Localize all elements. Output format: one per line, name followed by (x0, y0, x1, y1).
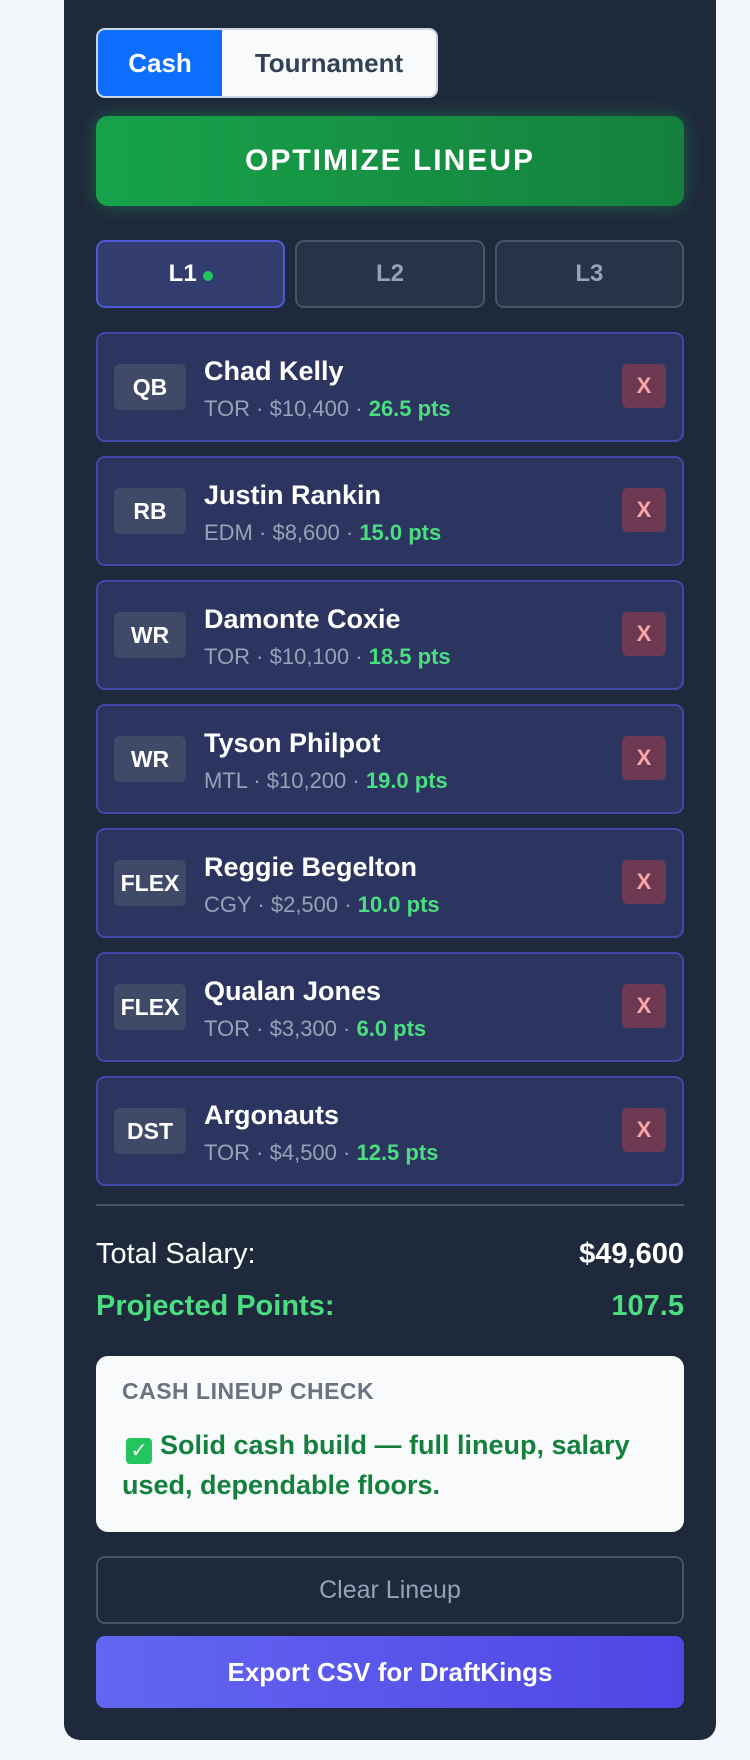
position-badge: RB (114, 488, 186, 534)
player-row: RB Justin Rankin EDM · $8,600 · 15.0 pts… (96, 456, 684, 566)
player-name: Justin Rankin (204, 480, 382, 510)
remove-player-button[interactable]: X (622, 860, 666, 904)
player-name: Argonauts (204, 1100, 339, 1130)
player-name: Qualan Jones (204, 976, 382, 1006)
position-badge: FLEX (114, 984, 186, 1030)
player-meta: EDM · $8,600 · 15.0 pts (204, 520, 442, 545)
mode-toggle: Cash Tournament (96, 28, 438, 98)
player-name: Reggie Begelton (204, 852, 418, 882)
player-row: QB Chad Kelly TOR · $10,400 · 26.5 pts X (96, 332, 684, 442)
remove-player-button[interactable]: X (622, 736, 666, 780)
tab-label: L2 (375, 260, 404, 287)
tab-label: L3 (575, 260, 604, 287)
player-team: EDM (204, 520, 253, 545)
tournament-mode-button[interactable]: Tournament (222, 30, 436, 96)
player-meta: TOR · $10,400 · 26.5 pts (204, 396, 451, 421)
clear-lineup-button[interactable]: Clear Lineup (96, 1556, 684, 1624)
player-name: Tyson Philpot (204, 728, 381, 758)
position-badge: WR (114, 736, 186, 782)
remove-player-button[interactable]: X (622, 488, 666, 532)
player-points: 19.0 pts (365, 768, 448, 793)
player-team: CGY (204, 892, 252, 917)
player-team: TOR (204, 1140, 251, 1165)
export-csv-button[interactable]: Export CSV for DraftKings (96, 1636, 684, 1708)
player-points: 10.0 pts (357, 892, 440, 917)
player-row: WR Tyson Philpot MTL · $10,200 · 19.0 pt… (96, 704, 684, 814)
projected-points-row: Projected Points: 107.5 (96, 1290, 684, 1323)
position-badge: DST (114, 1108, 186, 1154)
position-badge: WR (114, 612, 186, 658)
lineup-check-message: ✓ Solid cash build — full lineup, salary … (122, 1425, 658, 1505)
tab-label: L1 (168, 260, 197, 287)
cash-mode-button[interactable]: Cash (98, 30, 222, 96)
player-salary: $10,100 (269, 644, 350, 669)
player-meta: TOR · $4,500 · 12.5 pts (204, 1140, 439, 1165)
tab-lineup-2[interactable]: L2 (295, 240, 485, 308)
lineup-tabs: L1 L2 L3 (96, 240, 684, 308)
player-points: 6.0 pts (356, 1016, 427, 1041)
total-salary-label: Total Salary: (96, 1238, 256, 1270)
player-name: Damonte Coxie (204, 604, 401, 634)
player-salary: $8,600 (272, 520, 340, 545)
player-list: QB Chad Kelly TOR · $10,400 · 26.5 pts X… (96, 332, 684, 1200)
player-salary: $3,300 (269, 1016, 337, 1041)
player-team: TOR (204, 644, 251, 669)
player-salary: $10,200 (266, 768, 347, 793)
player-points: 18.5 pts (368, 644, 451, 669)
lineup-check-box: CASH LINEUP CHECK ✓ Solid cash build — fu… (96, 1356, 684, 1532)
player-row: FLEX Qualan Jones TOR · $3,300 · 6.0 pts… (96, 952, 684, 1062)
remove-player-button[interactable]: X (622, 364, 666, 408)
active-indicator-dot (202, 271, 213, 281)
player-row: WR Damonte Coxie TOR · $10,100 · 18.5 pt… (96, 580, 684, 690)
player-row: FLEX Reggie Begelton CGY · $2,500 · 10.0… (96, 828, 684, 938)
remove-player-button[interactable]: X (622, 1108, 666, 1152)
summary-divider (96, 1204, 684, 1206)
total-salary-row: Total Salary: $49,600 (96, 1238, 684, 1271)
remove-player-button[interactable]: X (622, 984, 666, 1028)
player-salary: $2,500 (270, 892, 339, 917)
total-salary-value: $49,600 (579, 1238, 684, 1270)
player-row: DST Argonauts TOR · $4,500 · 12.5 pts X (96, 1076, 684, 1186)
lineup-check-title: CASH LINEUP CHECK (122, 1378, 375, 1404)
player-meta: CGY · $2,500 · 10.0 pts (204, 892, 440, 917)
player-points: 12.5 pts (356, 1140, 439, 1165)
projected-points-label: Projected Points: (96, 1290, 335, 1322)
lineup-check-text: Solid cash build — full lineup, salary u… (122, 1430, 630, 1500)
position-badge: QB (114, 364, 186, 410)
position-badge: FLEX (114, 860, 186, 906)
optimize-lineup-button[interactable]: OPTIMIZE LINEUP (96, 116, 684, 206)
player-meta: MTL · $10,200 · 19.0 pts (204, 768, 448, 793)
tab-lineup-1[interactable]: L1 (96, 240, 286, 308)
player-salary: $4,500 (269, 1140, 337, 1165)
check-mark-icon: ✓ (126, 1438, 152, 1464)
player-team: MTL (204, 768, 248, 793)
player-points: 15.0 pts (359, 520, 442, 545)
remove-player-button[interactable]: X (622, 612, 666, 656)
player-meta: TOR · $3,300 · 6.0 pts (204, 1016, 427, 1041)
player-salary: $10,400 (269, 396, 350, 421)
projected-points-value: 107.5 (611, 1290, 684, 1322)
player-meta: TOR · $10,100 · 18.5 pts (204, 644, 451, 669)
player-points: 26.5 pts (368, 396, 451, 421)
player-name: Chad Kelly (204, 356, 344, 386)
player-team: TOR (204, 1016, 251, 1041)
player-team: TOR (204, 396, 251, 421)
tab-lineup-3[interactable]: L3 (494, 240, 684, 308)
